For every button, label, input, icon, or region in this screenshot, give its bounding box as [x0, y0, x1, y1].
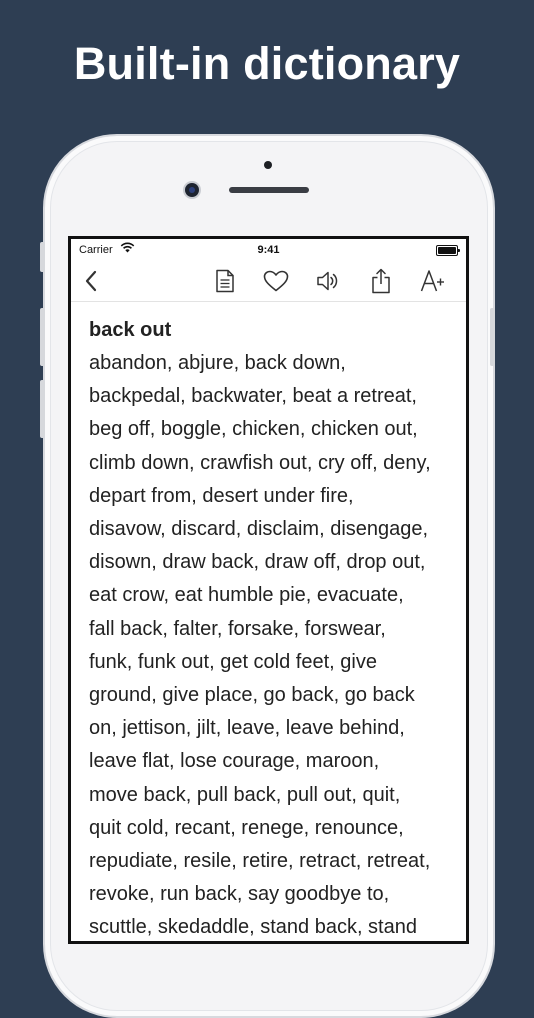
synonym-list: abandon, abjure, back down, backpedal, ba… [89, 347, 454, 941]
mute-switch [40, 242, 45, 272]
synonym-line: beg off, boggle, chicken, chicken out, [89, 418, 418, 441]
status-time: 9:41 [257, 244, 280, 256]
synonym-line: scuttle, skedaddle, stand back, stand [89, 916, 417, 939]
synonym-line: fall back, falter, forsake, forswear, [89, 617, 386, 640]
proximity-sensor [264, 161, 272, 169]
app-screen: Carrier 9:41 back out abandon, abjure, b… [68, 236, 469, 944]
synonym-line: funk, funk out, get cold feet, give [89, 650, 377, 673]
synonym-line: backpedal, backwater, beat a retreat, [89, 385, 417, 408]
speaker-icon[interactable] [314, 267, 342, 295]
share-icon[interactable] [367, 267, 395, 295]
synonym-line: disavow, discard, disclaim, disengage, [89, 518, 429, 541]
font-size-icon[interactable] [419, 267, 447, 295]
heart-icon[interactable] [262, 267, 290, 295]
synonym-line: disown, draw back, draw off, drop out, [89, 551, 426, 574]
synonym-line: quit cold, recant, renege, renounce, [89, 816, 404, 839]
front-camera [185, 183, 199, 197]
synonym-line: eat crow, eat humble pie, evacuate, [89, 584, 404, 607]
status-bar: Carrier 9:41 [71, 239, 466, 261]
toolbar [71, 261, 466, 302]
back-chevron-icon[interactable] [77, 267, 105, 295]
synonym-line: depart from, desert under fire, [89, 484, 354, 507]
power-button [490, 308, 495, 366]
synonym-line: repudiate, resile, retire, retract, retr… [89, 850, 431, 873]
volume-down-button [40, 380, 45, 438]
document-icon[interactable] [211, 267, 239, 295]
synonym-line: on, jettison, jilt, leave, leave behind, [89, 717, 405, 740]
synonym-line: abandon, abjure, back down, [89, 352, 346, 374]
synonym-line: leave flat, lose courage, maroon, [89, 750, 380, 773]
synonym-line: climb down, crawfish out, cry off, deny, [89, 451, 431, 474]
promo-headline: Built-in dictionary [73, 38, 461, 89]
battery-icon [436, 245, 460, 256]
volume-up-button [40, 308, 45, 366]
synonym-line: ground, give place, go back, go back [89, 684, 415, 707]
entry-term: back out [89, 319, 172, 341]
earpiece-speaker [229, 187, 309, 193]
synonym-line: move back, pull back, pull out, quit, [89, 783, 401, 806]
dictionary-entry: back out abandon, abjure, back down, back… [89, 315, 454, 941]
synonym-line: revoke, run back, say goodbye to, [89, 883, 390, 906]
